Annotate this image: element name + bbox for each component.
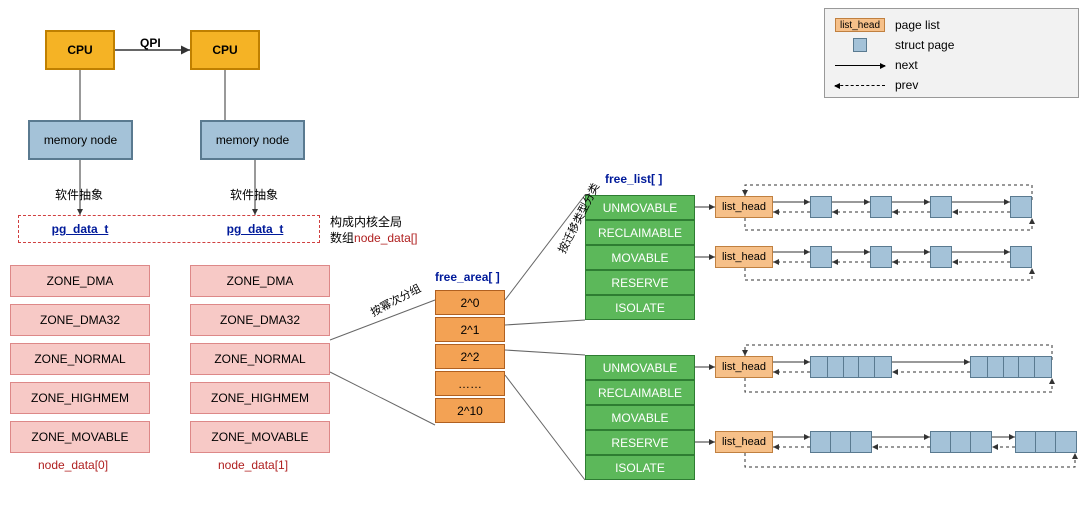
list-head-1: list_head bbox=[715, 196, 773, 218]
page-r1-2 bbox=[870, 196, 892, 218]
cpu-left: CPU bbox=[45, 30, 115, 70]
list-head-4: list_head bbox=[715, 431, 773, 453]
legend-structpage-label: struct page bbox=[895, 38, 954, 52]
free-area-0: 2^0 bbox=[435, 290, 505, 315]
legend-pagelist-label: page list bbox=[895, 18, 940, 32]
legend-prev-label: prev bbox=[895, 78, 918, 92]
legend-page-swatch bbox=[853, 38, 867, 52]
free-list-a-0: UNMOVABLE bbox=[585, 195, 695, 220]
pgdata-right: pg_data_t bbox=[210, 218, 300, 240]
zone-0-3: ZONE_HIGHMEM bbox=[10, 382, 150, 414]
pgdata-left: pg_data_t bbox=[35, 218, 125, 240]
page-r1-3 bbox=[930, 196, 952, 218]
pageblock-r3-1 bbox=[810, 356, 892, 378]
zone-0-4: ZONE_MOVABLE bbox=[10, 421, 150, 453]
node-label-0: node_data[0] bbox=[38, 458, 108, 472]
pageblock-r4-2 bbox=[930, 431, 992, 453]
cpu-right: CPU bbox=[190, 30, 260, 70]
abstraction-left: 软件抽象 bbox=[55, 186, 103, 203]
free-list-a-4: ISOLATE bbox=[585, 295, 695, 320]
memnode-right: memory node bbox=[200, 120, 305, 160]
memnode-left: memory node bbox=[28, 120, 133, 160]
zone-1-3: ZONE_HIGHMEM bbox=[190, 382, 330, 414]
page-r2-2 bbox=[870, 246, 892, 268]
free-list-title: free_list[ ] bbox=[605, 172, 662, 186]
pageblock-r4-1 bbox=[810, 431, 872, 453]
page-r2-3 bbox=[930, 246, 952, 268]
legend-next-arrow bbox=[835, 65, 885, 66]
page-r2-4 bbox=[1010, 246, 1032, 268]
list-head-2: list_head bbox=[715, 246, 773, 268]
node-data-desc: 构成内核全局 数组node_data[] bbox=[330, 215, 417, 246]
legend-listhead-swatch: list_head bbox=[835, 18, 885, 32]
abstraction-right: 软件抽象 bbox=[230, 186, 278, 203]
free-area-1: 2^1 bbox=[435, 317, 505, 342]
free-area-title: free_area[ ] bbox=[435, 270, 500, 284]
free-area-4: 2^10 bbox=[435, 398, 505, 423]
zone-1-2: ZONE_NORMAL bbox=[190, 343, 330, 375]
zone-0-1: ZONE_DMA32 bbox=[10, 304, 150, 336]
free-list-b-0: UNMOVABLE bbox=[585, 355, 695, 380]
zone-0-0: ZONE_DMA bbox=[10, 265, 150, 297]
free-list-a-1: RECLAIMABLE bbox=[585, 220, 695, 245]
free-area-group-label: 按幂次分组 bbox=[367, 280, 423, 320]
free-area-3: …… bbox=[435, 371, 505, 396]
free-list-b-1: RECLAIMABLE bbox=[585, 380, 695, 405]
zone-1-0: ZONE_DMA bbox=[190, 265, 330, 297]
page-r1-4 bbox=[1010, 196, 1032, 218]
free-list-a-2: MOVABLE bbox=[585, 245, 695, 270]
free-list-b-2: MOVABLE bbox=[585, 405, 695, 430]
zone-1-4: ZONE_MOVABLE bbox=[190, 421, 330, 453]
page-r1-1 bbox=[810, 196, 832, 218]
qpi-label: QPI bbox=[140, 36, 161, 50]
legend-next-label: next bbox=[895, 58, 918, 72]
zone-0-2: ZONE_NORMAL bbox=[10, 343, 150, 375]
free-area-2: 2^2 bbox=[435, 344, 505, 369]
node-label-1: node_data[1] bbox=[218, 458, 288, 472]
free-list-a-3: RESERVE bbox=[585, 270, 695, 295]
pageblock-r3-2 bbox=[970, 356, 1052, 378]
legend-prev-arrow bbox=[835, 85, 885, 86]
pageblock-r4-3 bbox=[1015, 431, 1077, 453]
free-list-b-4: ISOLATE bbox=[585, 455, 695, 480]
zone-1-1: ZONE_DMA32 bbox=[190, 304, 330, 336]
list-head-3: list_head bbox=[715, 356, 773, 378]
legend-panel: list_head page list struct page next pre… bbox=[824, 8, 1079, 98]
page-r2-1 bbox=[810, 246, 832, 268]
free-list-b-3: RESERVE bbox=[585, 430, 695, 455]
